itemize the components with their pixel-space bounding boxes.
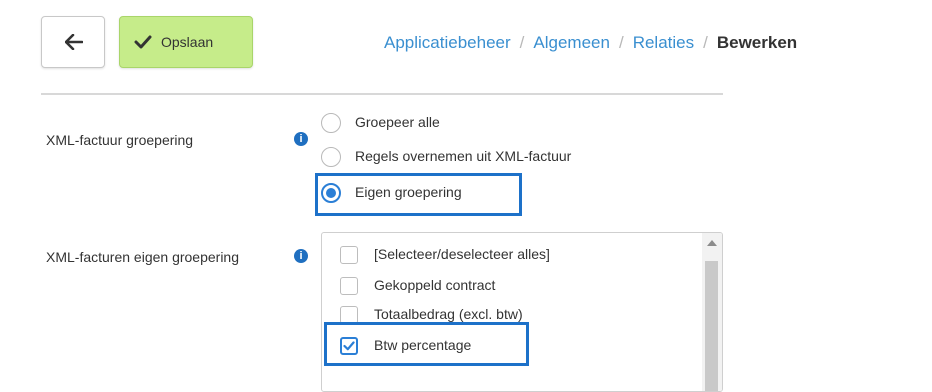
arrow-left-icon <box>65 34 83 50</box>
scroll-thumb[interactable] <box>705 261 718 391</box>
toolbar: Opslaan Applicatiebeheer / Algemeen / Relati… <box>0 0 932 88</box>
checkbox[interactable] <box>340 277 358 295</box>
list-item-label: [Selecteer/deselecteer alles] <box>374 246 550 262</box>
grouping-label: XML-factuur groepering <box>46 132 194 148</box>
radio-label: Regels overnemen uit XML-factuur <box>355 148 572 164</box>
info-icon[interactable]: i <box>294 249 308 263</box>
radio-button[interactable] <box>321 113 341 133</box>
list-item-label: Totaalbedrag (excl. btw) <box>374 306 523 322</box>
radio-label: Groepeer alle <box>355 114 440 130</box>
scrollbar[interactable] <box>702 233 722 391</box>
custom-grouping-label: XML-facturen eigen groepering <box>46 249 240 265</box>
back-button[interactable] <box>41 16 105 68</box>
highlight-box <box>324 322 529 366</box>
breadcrumb-current: Bewerken <box>716 33 798 52</box>
radio-button[interactable] <box>321 147 341 167</box>
grouping-listbox[interactable]: [Selecteer/deselecteer alles] Gekoppeld … <box>321 232 723 392</box>
breadcrumb-separator: / <box>703 33 708 52</box>
breadcrumb-separator: / <box>519 33 525 52</box>
save-button[interactable]: Opslaan <box>119 16 253 68</box>
save-button-label: Opslaan <box>161 34 214 50</box>
info-icon[interactable]: i <box>294 132 308 146</box>
breadcrumb-separator: / <box>618 33 624 52</box>
list-item-label: Gekoppeld contract <box>374 277 496 293</box>
breadcrumb-applicatiebeheer[interactable]: Applicatiebeheer <box>384 33 511 52</box>
checkmark-icon <box>134 35 152 49</box>
checkbox[interactable] <box>340 246 358 264</box>
breadcrumb-relaties[interactable]: Relaties <box>633 33 694 52</box>
breadcrumb-algemeen[interactable]: Algemeen <box>533 33 610 52</box>
scroll-up-arrow-icon[interactable] <box>707 240 717 246</box>
breadcrumb: Applicatiebeheer / Algemeen / Relaties / Bewer… <box>384 33 797 53</box>
highlight-box <box>315 173 522 216</box>
divider <box>41 93 723 95</box>
